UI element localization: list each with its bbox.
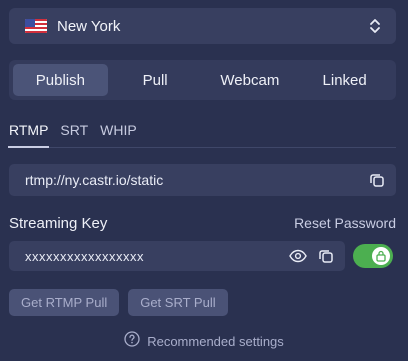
tab-webcam[interactable]: Webcam	[203, 64, 298, 96]
streaming-key-field[interactable]: xxxxxxxxxxxxxxxxx	[9, 241, 345, 271]
protocol-tab-srt[interactable]: SRT	[60, 122, 88, 147]
streaming-key-header: Streaming Key Reset Password	[9, 213, 396, 233]
tab-publish[interactable]: Publish	[13, 64, 108, 96]
mode-tabs: Publish Pull Webcam Linked	[9, 60, 396, 100]
streaming-key-label: Streaming Key	[9, 214, 108, 232]
region-label: New York	[57, 17, 121, 35]
server-url-field[interactable]: rtmp://ny.castr.io/static	[9, 164, 396, 196]
region-selector[interactable]: New York	[9, 8, 396, 44]
lock-icon	[372, 247, 390, 265]
tab-linked[interactable]: Linked	[297, 64, 392, 96]
copy-icon[interactable]	[368, 171, 386, 189]
stream-settings-panel: New York Publish Pull Webcam Linked RTMP…	[0, 0, 408, 361]
recommended-settings-link[interactable]: Recommended settings	[0, 330, 408, 352]
reset-password-link[interactable]: Reset Password	[294, 215, 396, 231]
chevron-up-down-icon	[368, 17, 382, 35]
protocol-tabs: RTMP SRT WHIP	[7, 122, 396, 148]
tab-pull[interactable]: Pull	[108, 64, 203, 96]
protocol-tab-whip[interactable]: WHIP	[100, 122, 137, 147]
us-flag-icon	[25, 19, 47, 33]
recommended-settings-label: Recommended settings	[147, 333, 284, 349]
question-circle-icon	[124, 330, 140, 352]
streaming-key-value[interactable]: xxxxxxxxxxxxxxxxx	[25, 249, 279, 264]
lock-toggle[interactable]	[353, 244, 393, 268]
server-url-value[interactable]: rtmp://ny.castr.io/static	[25, 172, 368, 188]
get-srt-pull-button[interactable]: Get SRT Pull	[128, 289, 228, 316]
eye-icon[interactable]	[289, 247, 307, 265]
copy-icon[interactable]	[317, 247, 335, 265]
get-rtmp-pull-button[interactable]: Get RTMP Pull	[9, 289, 120, 316]
protocol-tab-rtmp[interactable]: RTMP	[7, 122, 50, 148]
pull-buttons: Get RTMP Pull Get SRT Pull	[9, 289, 228, 316]
